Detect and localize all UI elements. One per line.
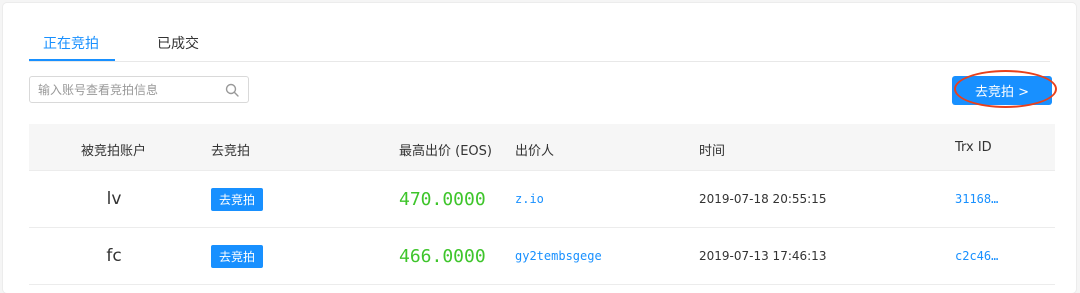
table-row: lv 去竞拍 470.0000 z.io 2019-07-18 20:55:15… — [29, 171, 1055, 228]
go-auction-button[interactable]: 去竞拍 > — [952, 76, 1052, 105]
bidder-link[interactable]: z.io — [515, 171, 544, 227]
account-name: fc — [106, 246, 122, 266]
bid-time: 2019-07-18 20:55:15 — [699, 192, 827, 206]
search-box — [29, 76, 249, 103]
col-header-trx-id: Trx ID — [955, 140, 992, 155]
trx-id-link[interactable]: c2c46… — [955, 228, 998, 284]
go-auction-badge[interactable]: 去竞拍 — [211, 187, 264, 211]
col-header-action: 去竞拍 — [211, 144, 251, 159]
bidder-link[interactable]: gy2tembsgege — [515, 228, 602, 284]
col-header-time: 时间 — [699, 144, 726, 159]
table-row: fc 去竞拍 466.0000 gy2tembsgege 2019-07-13 … — [29, 228, 1055, 285]
col-header-bidder: 出价人 — [515, 144, 555, 159]
table-header: 被竞拍账户 去竞拍 最高出价 (EOS) 出价人 时间 Trx ID — [29, 124, 1055, 171]
tab-completed-deals[interactable]: 已成交 — [157, 33, 199, 53]
bid-time: 2019-07-13 17:46:13 — [699, 249, 827, 263]
tab-bar: 正在竞拍 已成交 — [29, 21, 1050, 62]
auction-table: 被竞拍账户 去竞拍 最高出价 (EOS) 出价人 时间 Trx ID lv 去竞… — [29, 124, 1055, 285]
search-input[interactable] — [38, 77, 218, 102]
tab-ongoing-auctions[interactable]: 正在竞拍 — [43, 33, 99, 53]
trx-id-link[interactable]: 31168… — [955, 171, 998, 227]
search-icon[interactable] — [225, 83, 239, 97]
auction-panel: 正在竞拍 已成交 去竞拍 > 被竞拍账户 去竞拍 最高出价 (EOS) 出价人 … — [3, 3, 1076, 293]
col-header-highest-bid: 最高出价 (EOS) — [399, 144, 492, 159]
col-header-account: 被竞拍账户 — [81, 144, 147, 159]
highest-bid: 466.0000 — [399, 245, 486, 267]
active-tab-indicator — [29, 59, 115, 61]
go-auction-badge[interactable]: 去竞拍 — [211, 244, 264, 268]
account-name: lv — [106, 189, 122, 209]
highest-bid: 470.0000 — [399, 188, 486, 210]
